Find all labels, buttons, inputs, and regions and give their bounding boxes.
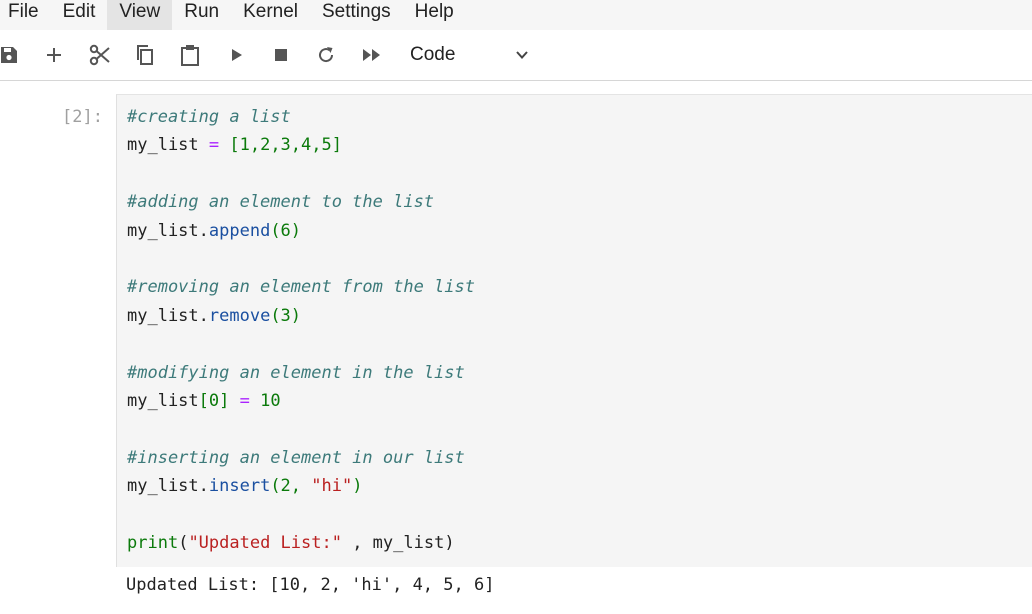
code-comment: #removing an element from the list	[127, 277, 475, 298]
code-variable: my_list.	[127, 220, 209, 241]
run-button[interactable]	[224, 42, 250, 68]
code-cell-editor[interactable]: #creating a list my_list = [1,2,3,4,5] #…	[116, 94, 1032, 567]
copy-icon	[137, 45, 153, 65]
restart-run-all-button[interactable]	[359, 42, 385, 68]
menu-kernel[interactable]: Kernel	[231, 0, 310, 30]
save-icon	[1, 47, 17, 63]
paste-icon	[181, 45, 199, 66]
code-block: #creating a list my_list = [1,2,3,4,5] #…	[127, 103, 475, 558]
code-builtin: print	[127, 533, 179, 554]
stop-icon	[275, 49, 287, 61]
plus-icon	[47, 48, 61, 62]
cell-output: Updated List: [10, 2, 'hi', 4, 5, 6]	[126, 575, 495, 595]
code-paren: (	[178, 533, 189, 554]
code-comment: #inserting an element in our list	[127, 447, 465, 468]
notebook-toolbar: Code	[0, 30, 1032, 81]
code-variable: my_list	[127, 135, 199, 156]
code-variable: my_list	[127, 391, 199, 412]
code-args: , my_list)	[341, 533, 455, 554]
code-comment: #adding an element to the list	[127, 192, 435, 213]
code-method: remove	[208, 305, 271, 326]
run-icon	[232, 49, 242, 61]
restart-kernel-button[interactable]	[313, 42, 339, 68]
menu-settings[interactable]: Settings	[310, 0, 403, 30]
code-args: (2,	[270, 476, 312, 497]
cut-button[interactable]	[87, 42, 113, 68]
fast-forward-icon	[363, 49, 380, 61]
menu-edit[interactable]: Edit	[51, 0, 108, 30]
code-comment: #creating a list	[127, 107, 291, 127]
code-operator: =	[198, 135, 230, 156]
cell-type-dropdown[interactable]: Code	[400, 40, 540, 70]
paste-button[interactable]	[177, 42, 203, 68]
menu-view[interactable]: View	[107, 0, 173, 30]
stop-button[interactable]	[268, 42, 294, 68]
menu-file[interactable]: File	[0, 0, 51, 30]
insert-cell-button[interactable]	[41, 42, 67, 68]
execution-count-prompt: [2]:	[62, 107, 103, 127]
code-method: append	[208, 220, 271, 241]
code-index: [0]	[198, 391, 230, 412]
code-list-literal: [1,2,3,4,5]	[229, 135, 342, 156]
code-method: insert	[208, 476, 271, 497]
code-comment: #modifying an element in the list	[127, 362, 465, 383]
code-number: 10	[260, 391, 281, 412]
menu-run[interactable]: Run	[172, 0, 231, 30]
code-variable: my_list.	[127, 476, 209, 497]
restart-icon	[319, 47, 334, 63]
notebook-panel: [2]: #creating a list my_list = [1,2,3,4…	[0, 81, 1032, 614]
menu-help[interactable]: Help	[403, 0, 466, 30]
cell-type-label: Code	[410, 44, 456, 65]
copy-button[interactable]	[132, 42, 158, 68]
save-button[interactable]	[0, 42, 22, 68]
chevron-down-icon	[516, 51, 528, 59]
code-string: "hi"	[311, 476, 353, 497]
code-string: "Updated List:"	[188, 533, 342, 554]
menu-bar: File Edit View Run Kernel Settings Help	[0, 0, 1032, 30]
code-args: (6)	[270, 220, 302, 241]
code-variable: my_list.	[127, 305, 209, 326]
code-args-close: )	[352, 476, 363, 497]
cut-icon	[89, 44, 110, 66]
code-args: (3)	[270, 305, 302, 326]
code-operator: =	[229, 391, 261, 412]
